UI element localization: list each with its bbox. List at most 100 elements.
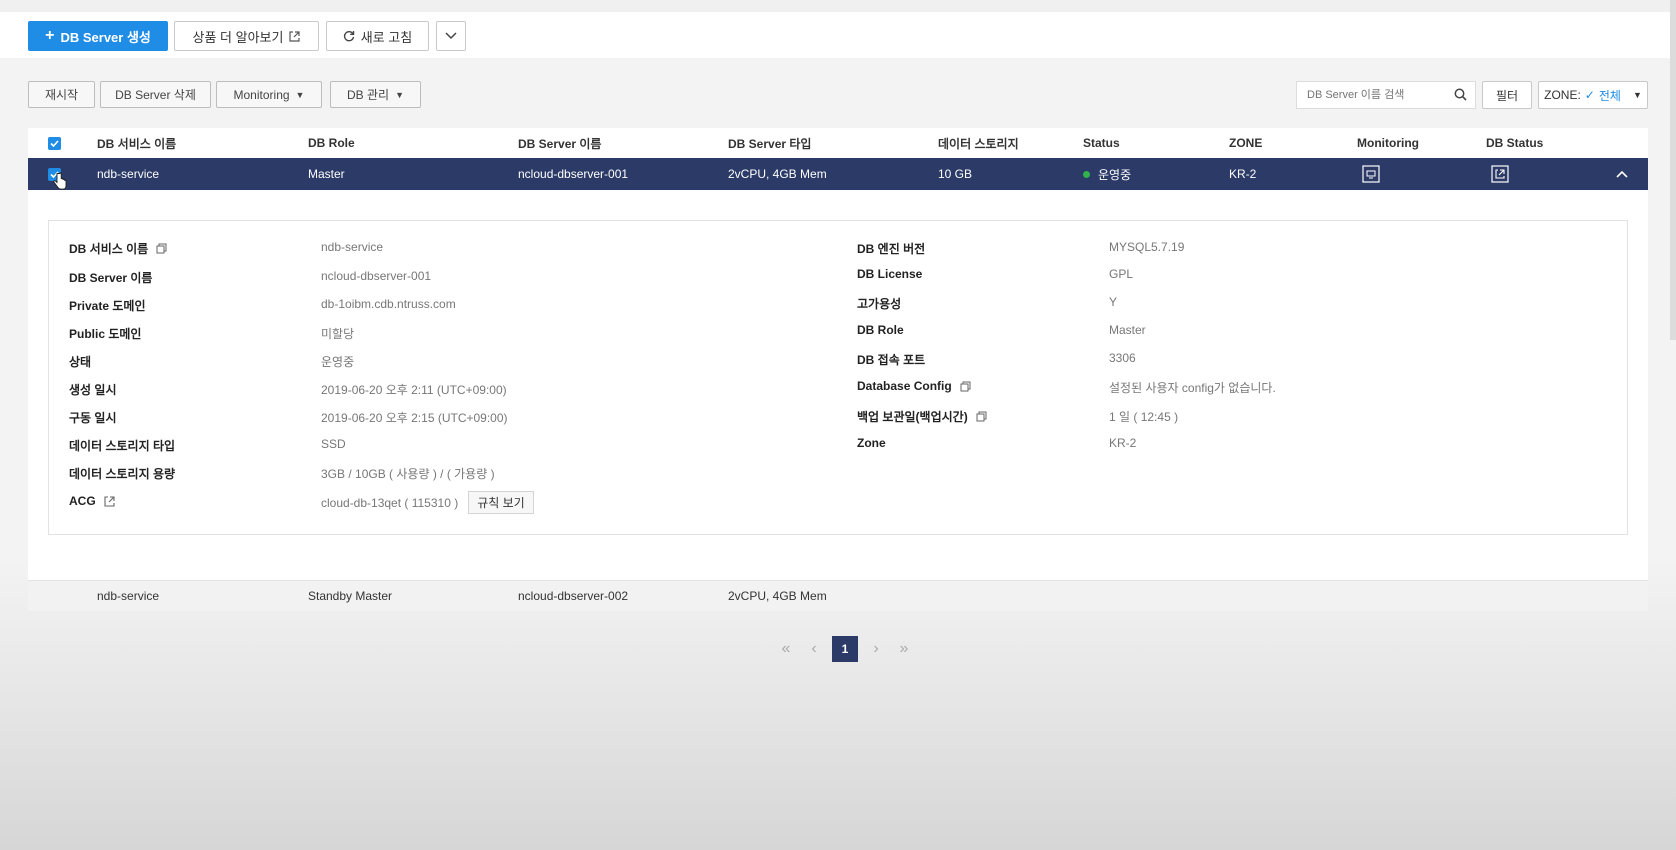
detail-label-backup-retention: 백업 보관일(백업시간) xyxy=(857,408,987,425)
status-text: 운영중 xyxy=(1098,167,1132,182)
create-db-server-button[interactable]: + DB Server 생성 xyxy=(28,21,168,51)
db-server-table: DB 서비스 이름 DB Role DB Server 이름 DB Server… xyxy=(28,128,1648,611)
external-link-icon[interactable] xyxy=(104,495,115,507)
column-header[interactable]: Monitoring xyxy=(1357,128,1419,158)
column-header[interactable]: Status xyxy=(1083,128,1120,158)
create-db-server-label: DB Server 생성 xyxy=(60,29,151,45)
acg-value: cloud-db-13qet ( 115310 ) xyxy=(321,495,459,510)
page-scrollbar[interactable] xyxy=(1670,0,1676,340)
table-row[interactable]: ndb-service Standby Master ncloud-dbserv… xyxy=(28,580,1648,611)
chevron-down-icon xyxy=(445,32,457,40)
first-page-icon[interactable]: « xyxy=(776,637,796,661)
cell-server: ncloud-dbserver-002 xyxy=(518,589,629,603)
cell-storage: 10 GB xyxy=(938,167,973,181)
next-page-icon[interactable]: › xyxy=(866,637,886,661)
detail-value-started: 2019-06-20 오후 2:15 (UTC+09:00) xyxy=(321,411,508,425)
detail-label-port: DB 접속 포트 xyxy=(857,353,926,367)
detail-label-service: DB 서비스 이름 xyxy=(69,240,167,257)
filter-button[interactable]: 필터 xyxy=(1482,81,1532,109)
external-link-icon xyxy=(289,30,301,42)
server-detail-panel: DB 서비스 이름 ndb-service DB Server 이름 nclou… xyxy=(28,190,1648,580)
detail-value-server: ncloud-dbserver-001 xyxy=(321,269,432,283)
prev-page-icon[interactable]: ‹ xyxy=(804,637,824,661)
detail-label-zone: Zone xyxy=(857,436,886,450)
db-manage-label: DB 관리 xyxy=(346,88,390,102)
caret-down-icon: ▼ xyxy=(395,89,404,100)
search-icon[interactable] xyxy=(1454,88,1467,101)
detail-value-high-availability: Y xyxy=(1109,295,1118,309)
detail-value-acg: cloud-db-13qet ( 115310 ) 규칙 보기 xyxy=(321,491,534,514)
column-header[interactable]: DB 서비스 이름 xyxy=(97,128,176,158)
detail-value-database-config: 설정된 사용자 config가 없습니다. xyxy=(1109,381,1276,395)
monitoring-dropdown-button[interactable]: Monitoring ▼ xyxy=(216,81,322,108)
detail-value-created: 2019-06-20 오후 2:11 (UTC+09:00) xyxy=(321,383,507,397)
db-manage-dropdown-button[interactable]: DB 관리 ▼ xyxy=(330,81,421,108)
select-all-checkbox[interactable] xyxy=(48,128,61,158)
column-header[interactable]: DB Server 이름 xyxy=(518,128,601,158)
row-checkbox[interactable] xyxy=(48,158,67,190)
detail-label-database-config: Database Config xyxy=(857,379,971,393)
caret-down-icon: ▼ xyxy=(1632,90,1642,100)
detail-value-license: GPL xyxy=(1109,267,1134,281)
server-detail-box: DB 서비스 이름 ndb-service DB Server 이름 nclou… xyxy=(48,220,1628,535)
last-page-icon[interactable]: » xyxy=(894,637,914,661)
monitoring-icon[interactable] xyxy=(1362,158,1380,190)
detail-value-engine-version: MYSQL5.7.19 xyxy=(1109,240,1185,254)
server-search-input[interactable] xyxy=(1297,82,1457,108)
column-header[interactable]: DB Role xyxy=(308,128,355,158)
zone-prefix-label: ZONE: xyxy=(1544,88,1581,102)
collapse-chevron-up-icon[interactable] xyxy=(1616,158,1628,190)
current-page-button[interactable]: 1 xyxy=(832,636,858,662)
copy-icon[interactable] xyxy=(976,411,987,422)
table-header: DB 서비스 이름 DB Role DB Server 이름 DB Server… xyxy=(28,128,1648,158)
monitoring-dropdown-label: Monitoring xyxy=(233,87,290,102)
detail-label-storage-type: 데이터 스토리지 타입 xyxy=(69,439,176,453)
column-header[interactable]: 데이터 스토리지 xyxy=(938,128,1019,158)
detail-value-db-role: Master xyxy=(1109,323,1146,337)
detail-label-private-domain: Private 도메인 xyxy=(69,299,146,313)
detail-label-server: DB Server 이름 xyxy=(69,271,153,285)
delete-db-server-button[interactable]: DB Server 삭제 xyxy=(100,81,211,108)
more-dropdown-button[interactable] xyxy=(436,21,466,51)
detail-value-service: ndb-service xyxy=(321,240,384,254)
detail-value-storage-capacity: 3GB / 10GB ( 사용량 ) / ( 가용량 ) xyxy=(321,467,495,481)
detail-value-storage-type: SSD xyxy=(321,437,346,451)
column-header[interactable]: DB Server 타입 xyxy=(728,128,811,158)
zone-select[interactable]: ZONE: ✓ 전체 ▼ xyxy=(1538,81,1648,109)
cell-type: 2vCPU, 4GB Mem xyxy=(728,589,827,603)
detail-label-public-domain: Public 도메인 xyxy=(69,327,142,341)
detail-value-public-domain: 미할당 xyxy=(321,327,355,341)
cell-role: Master xyxy=(308,167,345,181)
delete-db-server-label: DB Server 삭제 xyxy=(115,88,196,102)
cell-role: Standby Master xyxy=(308,589,393,603)
cell-type: 2vCPU, 4GB Mem xyxy=(728,167,827,181)
plus-icon: + xyxy=(45,27,55,44)
detail-label-storage-capacity: 데이터 스토리지 용량 xyxy=(69,467,176,481)
filter-label: 필터 xyxy=(1495,88,1519,103)
table-row-selected[interactable]: ndb-service Master ncloud-dbserver-001 2… xyxy=(28,158,1648,190)
hand-cursor-icon xyxy=(53,172,67,190)
copy-icon[interactable] xyxy=(960,381,971,392)
column-header[interactable]: ZONE xyxy=(1229,128,1262,158)
detail-label-db-role: DB Role xyxy=(857,323,904,337)
detail-value-zone: KR-2 xyxy=(1109,436,1137,450)
detail-value-state: 운영중 xyxy=(321,355,355,369)
restart-label: 재시작 xyxy=(44,88,79,102)
restart-button[interactable]: 재시작 xyxy=(28,81,95,108)
detail-value-private-domain: db-1oibm.cdb.ntruss.com xyxy=(321,297,456,311)
db-status-icon[interactable] xyxy=(1491,158,1509,190)
copy-icon[interactable] xyxy=(156,243,167,254)
cell-status: 운영중 xyxy=(1083,158,1131,190)
detail-label-license: DB License xyxy=(857,267,923,281)
view-rules-button[interactable]: 규칙 보기 xyxy=(468,491,534,514)
cell-service: ndb-service xyxy=(97,167,160,181)
column-header[interactable]: DB Status xyxy=(1486,128,1543,158)
refresh-button[interactable]: 새로 고침 xyxy=(326,21,429,51)
learn-more-button[interactable]: 상품 더 알아보기 xyxy=(174,21,319,51)
server-search-box xyxy=(1296,81,1476,109)
zone-value-label: 전체 xyxy=(1598,88,1621,103)
learn-more-label: 상품 더 알아보기 xyxy=(192,29,284,45)
top-toolbar: + DB Server 생성 상품 더 알아보기 새로 고침 xyxy=(0,0,1676,58)
detail-value-backup-retention: 1 일 ( 12:45 ) xyxy=(1109,410,1179,424)
detail-value-port: 3306 xyxy=(1109,351,1136,365)
